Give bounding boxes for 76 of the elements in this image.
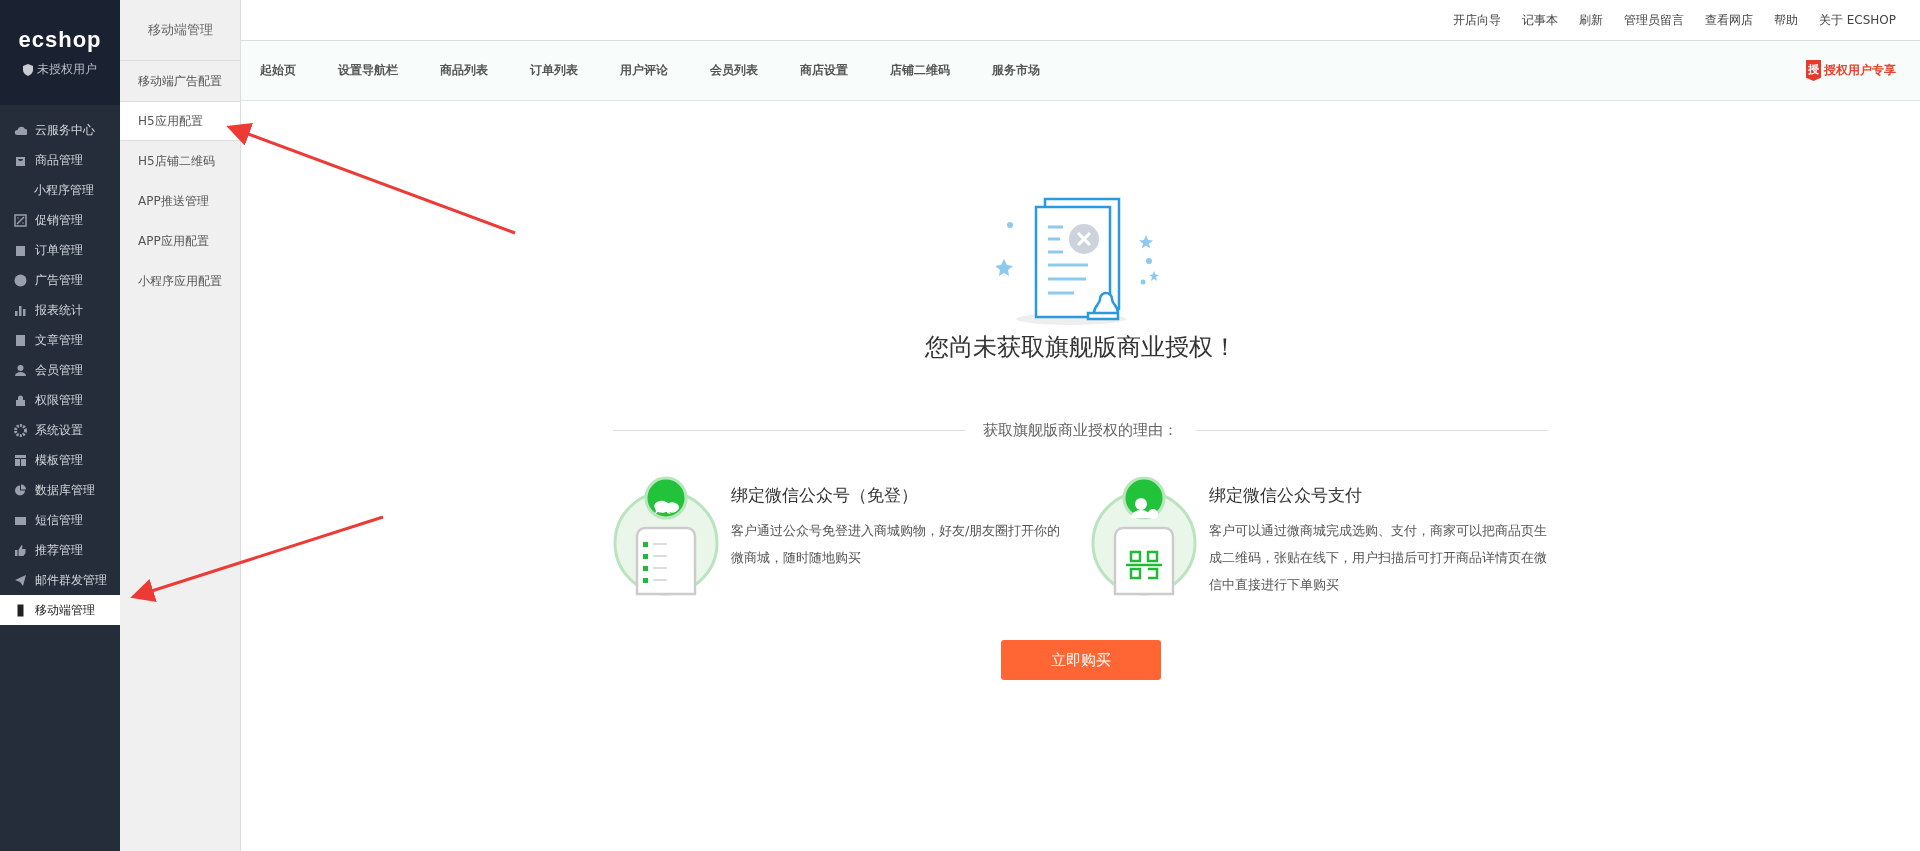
reason-text: 客户通过公众号免登进入商城购物，好友/朋友圈打开你的微商城，随时随地购买 <box>731 522 1062 567</box>
pie-icon <box>14 483 27 497</box>
top-link[interactable]: 刷新 <box>1578 11 1603 29</box>
lock-icon <box>14 393 27 407</box>
badge-icon: 授 <box>1806 60 1821 81</box>
user-icon <box>14 363 27 377</box>
sidebar-item[interactable]: 报表统计 <box>0 295 120 325</box>
top-link[interactable]: 帮助 <box>1773 11 1798 29</box>
top-link[interactable]: 开店向导 <box>1452 11 1501 29</box>
top-link[interactable]: 查看网店 <box>1704 11 1753 29</box>
subnav-title: 移动端管理 <box>120 0 240 61</box>
authorized-link[interactable]: 授权用户专享 <box>1824 62 1896 79</box>
shield-icon <box>23 63 33 76</box>
subnav-item[interactable]: 小程序应用配置 <box>120 261 240 301</box>
nav-link[interactable]: 会员列表 <box>710 62 758 79</box>
subnav-item[interactable]: H5应用配置 <box>120 101 240 141</box>
sidebar-item[interactable]: 文章管理 <box>0 325 120 355</box>
notice-title: 您尚未获取旗舰版商业授权！ <box>924 332 1237 363</box>
nav-link[interactable]: 起始页 <box>260 62 296 79</box>
nav-link[interactable]: 订单列表 <box>530 62 578 79</box>
nav-link[interactable]: 店铺二维码 <box>890 62 950 79</box>
sidebar-item[interactable]: 数据库管理 <box>0 475 120 505</box>
percent-icon <box>14 213 27 227</box>
sidebar-item[interactable]: 云服务中心 <box>0 115 120 145</box>
sidebar-subitem[interactable]: 小程序管理 <box>0 175 120 205</box>
sidebar-label: 订单管理 <box>35 241 83 259</box>
layout-icon <box>14 453 27 467</box>
sidebar-item[interactable]: 短信管理 <box>0 505 120 535</box>
subnav-item[interactable]: APP推送管理 <box>120 181 240 221</box>
section-heading: 获取旗舰版商业授权的理由： <box>983 421 1178 440</box>
sidebar-label: 数据库管理 <box>35 481 95 499</box>
sidebar-label: 促销管理 <box>35 211 83 229</box>
sidebar-label: 模板管理 <box>35 451 83 469</box>
nav-link[interactable]: 用户评论 <box>620 62 668 79</box>
subnav-item[interactable]: 移动端广告配置 <box>120 61 240 101</box>
sidebar-label: 文章管理 <box>35 331 83 349</box>
thumb-icon <box>14 543 27 557</box>
sidebar-item[interactable]: 订单管理 <box>0 235 120 265</box>
gear-icon <box>14 423 27 437</box>
top-link[interactable]: 管理员留言 <box>1623 11 1684 29</box>
sidebar-label: 系统设置 <box>35 421 83 439</box>
subnav-item[interactable]: APP应用配置 <box>120 221 240 261</box>
sidebar-item[interactable]: 系统设置 <box>0 415 120 445</box>
send-icon <box>14 573 27 587</box>
sidebar-item[interactable]: 促销管理 <box>0 205 120 235</box>
sidebar-item[interactable]: 商品管理 <box>0 145 120 175</box>
sidebar-label: 报表统计 <box>35 301 83 319</box>
sidebar-item[interactable]: 移动端管理 <box>0 595 120 625</box>
sidebar-item[interactable]: 权限管理 <box>0 385 120 415</box>
sidebar-label: 邮件群发管理 <box>35 571 107 589</box>
user-status: 未授权用户 <box>37 61 97 78</box>
reason-text: 客户可以通过微商城完成选购、支付，商家可以把商品页生成二维码，张贴在线下，用户扫描后可打开商品详情页在微信中直接进行下单购买 <box>1209 522 1548 594</box>
sidebar-label: 商品管理 <box>35 151 83 169</box>
sidebar-label: 短信管理 <box>35 511 83 529</box>
top-link[interactable]: 记事本 <box>1521 11 1558 29</box>
sidebar-label: 推荐管理 <box>35 541 83 559</box>
reason-title: 绑定微信公众号（免登） <box>731 484 919 507</box>
bars-icon <box>14 303 27 317</box>
sidebar-item[interactable]: 广告管理 <box>0 265 120 295</box>
sidebar-label: 权限管理 <box>35 391 83 409</box>
sidebar-label: 移动端管理 <box>35 601 95 619</box>
sidebar-item[interactable]: 模板管理 <box>0 445 120 475</box>
subnav-item[interactable]: H5店铺二维码 <box>120 141 240 181</box>
top-link[interactable]: 关于 ECSHOP <box>1818 11 1896 29</box>
logo-text: ecshop <box>18 27 102 53</box>
sidebar-item[interactable]: 会员管理 <box>0 355 120 385</box>
sidebar-item[interactable]: 推荐管理 <box>0 535 120 565</box>
sidebar-label: 会员管理 <box>35 361 83 379</box>
sidebar-label: 广告管理 <box>35 271 83 289</box>
nav-link[interactable]: 服务市场 <box>992 62 1040 79</box>
reason-title: 绑定微信公众号支付 <box>1209 484 1363 507</box>
nav-link[interactable]: 商品列表 <box>440 62 488 79</box>
nav-link[interactable]: 设置导航栏 <box>338 62 398 79</box>
sidebar-item[interactable]: 邮件群发管理 <box>0 565 120 595</box>
nav-link[interactable]: 商店设置 <box>800 62 848 79</box>
sidebar-label: 云服务中心 <box>35 121 95 139</box>
